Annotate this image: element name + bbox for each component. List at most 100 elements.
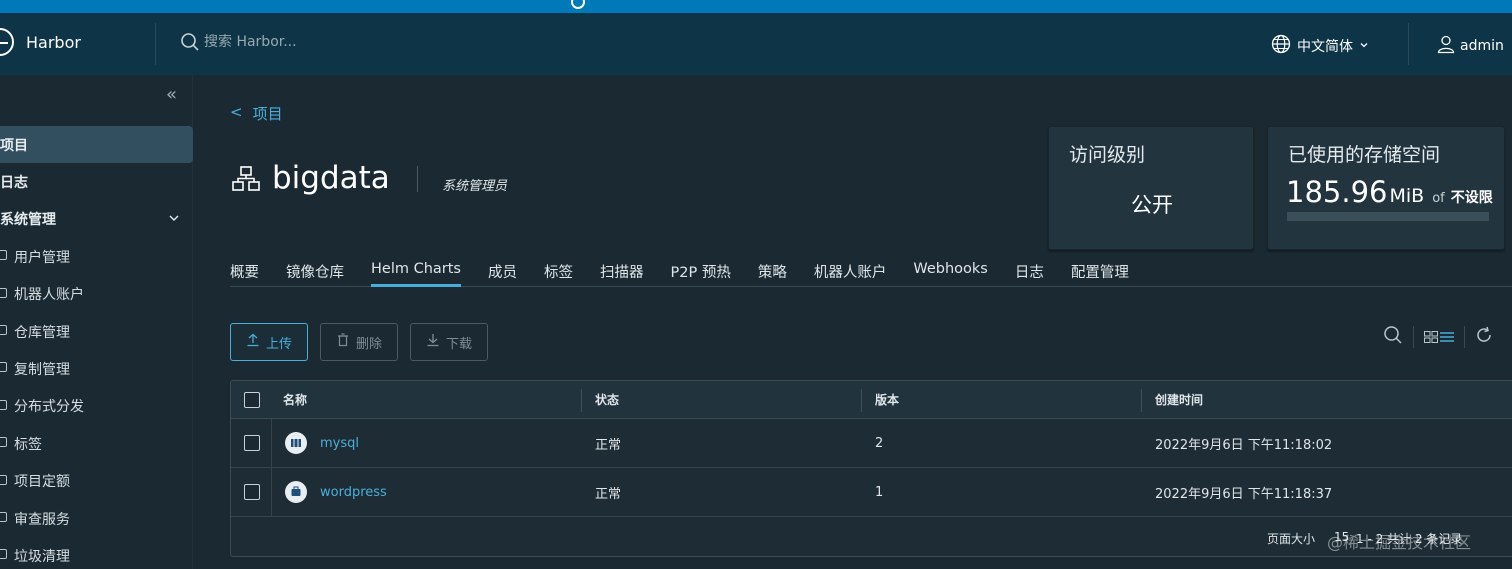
upload-button[interactable]: 上传 — [230, 323, 308, 361]
download-label: 下载 — [445, 336, 472, 352]
globe-icon — [1271, 34, 1291, 58]
table-row[interactable]: mysql 正常 2 2022年9月6日 下午11:18:02 — [231, 419, 1512, 468]
column-divider[interactable] — [861, 389, 862, 412]
tab-policy[interactable]: 策略 — [758, 258, 787, 286]
delete-label: 删除 — [355, 336, 382, 352]
column-divider[interactable] — [1141, 389, 1142, 412]
chart-created: 2022年9月6日 下午11:18:37 — [1155, 486, 1333, 502]
sidebar-item-interrogation[interactable]: 审查服务 — [0, 500, 193, 537]
user-menu[interactable]: admin — [1436, 34, 1504, 58]
sidebar-item-label: 机器人账户 — [14, 287, 84, 304]
chart-status: 正常 — [595, 437, 622, 453]
tag-icon — [0, 437, 7, 448]
tab-scanner[interactable]: 扫描器 — [600, 258, 644, 286]
app-title[interactable]: Harbor — [26, 33, 81, 52]
search-icon — [180, 32, 200, 52]
project-role: 系统管理员 — [442, 179, 508, 194]
top-strip-icon — [571, 0, 585, 9]
card-title: 访问级别 — [1069, 144, 1146, 166]
tab-members[interactable]: 成员 — [488, 258, 517, 286]
registry-icon — [0, 324, 7, 335]
chart-name-link[interactable]: mysql — [320, 436, 359, 451]
row-checkbox[interactable] — [244, 484, 260, 500]
table-row[interactable]: wordpress 正常 1 2022年9月6日 下午11:18:37 — [231, 468, 1512, 517]
project-title: bigdata — [272, 160, 390, 196]
sidebar-item-robot-accounts[interactable]: 机器人账户 — [0, 276, 193, 313]
tab-p2p-preheat[interactable]: P2P 预热 — [671, 258, 731, 286]
back-to-projects-link[interactable]: < 项目 — [230, 103, 283, 124]
column-header-created[interactable]: 创建时间 — [1155, 381, 1203, 418]
sidebar-item-logs[interactable]: 日志 — [0, 163, 193, 200]
sidebar-item-registries[interactable]: 仓库管理 — [0, 313, 193, 350]
delete-button[interactable]: 删除 — [320, 323, 398, 361]
app-header: Harbor 中文简体 admin — [0, 13, 1512, 75]
sidebar-item-gc[interactable]: 垃圾清理 — [0, 537, 193, 569]
language-selector[interactable]: 中文简体 — [1271, 34, 1369, 58]
storage-limit: 不设限 — [1450, 190, 1493, 206]
sidebar-item-label: 垃圾清理 — [14, 548, 70, 565]
sidebar: « 项目 日志 系统管理 用户管理 机器人账户 仓库管理 复制管理 分布式分发 … — [0, 75, 193, 569]
sidebar-item-distributions[interactable]: 分布式分发 — [0, 388, 193, 425]
tab-helm-charts[interactable]: Helm Charts — [371, 258, 461, 287]
robot-icon — [0, 287, 7, 298]
refresh-icon[interactable] — [1475, 326, 1493, 348]
sidebar-item-label: 仓库管理 — [14, 324, 70, 341]
column-divider[interactable] — [581, 389, 582, 412]
tab-labels[interactable]: 标签 — [544, 258, 573, 286]
tool-divider — [1464, 326, 1465, 348]
trash-icon — [336, 333, 350, 351]
quota-icon — [0, 474, 7, 485]
chevron-left-icon: < — [230, 103, 243, 121]
helm-chart-icon — [285, 432, 307, 454]
download-button[interactable]: 下载 — [410, 323, 488, 361]
grid-footer: 页面大小 15 1 - 2 共计 2 条记录 — [231, 517, 1512, 556]
grid-tools — [1383, 325, 1493, 349]
collapse-sidebar-icon[interactable]: « — [166, 84, 177, 105]
chevron-down-icon — [1359, 38, 1369, 54]
sidebar-item-quotas[interactable]: 项目定额 — [0, 463, 193, 500]
storage-value: 185.96 — [1286, 175, 1388, 209]
select-all-checkbox[interactable] — [244, 391, 260, 408]
download-icon — [426, 333, 440, 351]
sidebar-item-labels[interactable]: 标签 — [0, 425, 193, 462]
trash-icon — [0, 549, 7, 560]
tab-logs[interactable]: 日志 — [1015, 258, 1044, 286]
sidebar-item-system-admin[interactable]: 系统管理 — [0, 201, 193, 238]
tab-webhooks[interactable]: Webhooks — [913, 258, 988, 286]
users-icon — [0, 250, 7, 261]
sidebar-item-projects[interactable]: 项目 — [0, 126, 193, 164]
storage-usage-card: 已使用的存储空间 185.96 MiB of 不设限 — [1267, 126, 1505, 250]
sidebar-item-users[interactable]: 用户管理 — [0, 238, 193, 275]
tab-configuration[interactable]: 配置管理 — [1071, 258, 1129, 286]
header-divider — [155, 23, 156, 65]
sidebar-item-replications[interactable]: 复制管理 — [0, 350, 193, 387]
tab-robot-accounts[interactable]: 机器人账户 — [814, 258, 887, 286]
user-icon — [1436, 34, 1456, 58]
project-org-icon — [232, 166, 260, 196]
tab-summary[interactable]: 概要 — [230, 258, 259, 286]
upload-label: 上传 — [265, 336, 292, 352]
search-input[interactable] — [204, 34, 464, 50]
column-header-version[interactable]: 版本 — [875, 381, 899, 418]
chart-name-link[interactable]: wordpress — [320, 485, 387, 500]
header-divider — [1408, 23, 1409, 65]
column-header-status[interactable]: 状态 — [595, 381, 619, 418]
sidebar-item-label: 分布式分发 — [14, 399, 84, 416]
row-divider — [271, 468, 272, 516]
access-level-value: 公开 — [1131, 193, 1173, 217]
harbor-logo-icon[interactable] — [0, 28, 14, 56]
tool-divider — [1413, 326, 1414, 348]
search-icon[interactable] — [1383, 325, 1403, 349]
storage-progress-bar — [1287, 212, 1489, 221]
list-view-icon[interactable] — [1440, 328, 1454, 347]
upload-icon — [246, 333, 260, 351]
user-name: admin — [1460, 38, 1504, 54]
sidebar-item-label: 项目定额 — [14, 474, 70, 491]
global-search[interactable] — [180, 32, 464, 52]
card-view-icon[interactable] — [1424, 328, 1438, 347]
row-checkbox[interactable] — [244, 435, 260, 451]
title-divider — [417, 166, 418, 192]
column-header-name[interactable]: 名称 — [283, 381, 307, 418]
storage-of: of — [1432, 191, 1445, 206]
tab-repositories[interactable]: 镜像仓库 — [286, 258, 344, 286]
